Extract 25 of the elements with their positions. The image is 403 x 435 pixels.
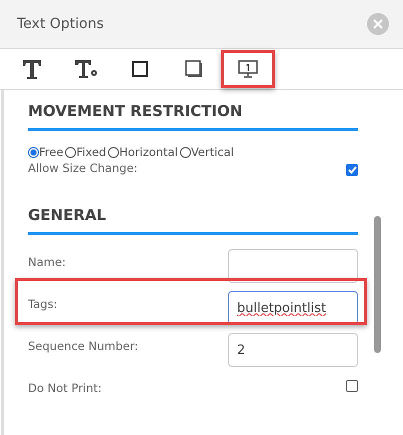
section-heading: MOVEMENT RESTRICTION (28, 102, 358, 131)
tab[interactable] (221, 50, 275, 88)
field-label: Do Not Print: (28, 380, 102, 395)
text-icon (20, 57, 44, 81)
close-icon (373, 19, 383, 29)
radio-button[interactable] (108, 146, 120, 158)
radio-label: Fixed (76, 145, 106, 159)
section-heading: GENERAL (28, 206, 358, 235)
checkbox[interactable] (346, 164, 358, 176)
field-label: Tags: (28, 296, 58, 311)
radio-button[interactable] (65, 146, 76, 158)
radio-label: Vertical (190, 145, 234, 159)
field-label: Allow Size Change: (28, 160, 138, 175)
text-settings-icon (74, 57, 98, 81)
input-field[interactable] (228, 249, 358, 283)
field-label: Name: (28, 254, 66, 269)
input-field[interactable]: 2 (228, 333, 358, 367)
radio-label: Free (39, 145, 64, 159)
scrollbar[interactable] (374, 216, 381, 353)
radio-label: Horizontal (119, 145, 178, 159)
radio-button[interactable] (28, 146, 39, 158)
field-label: Sequence Number: (28, 338, 138, 353)
radio-button[interactable] (180, 146, 191, 158)
window-title: Text Options (17, 16, 104, 32)
checkbox[interactable] (346, 380, 358, 392)
